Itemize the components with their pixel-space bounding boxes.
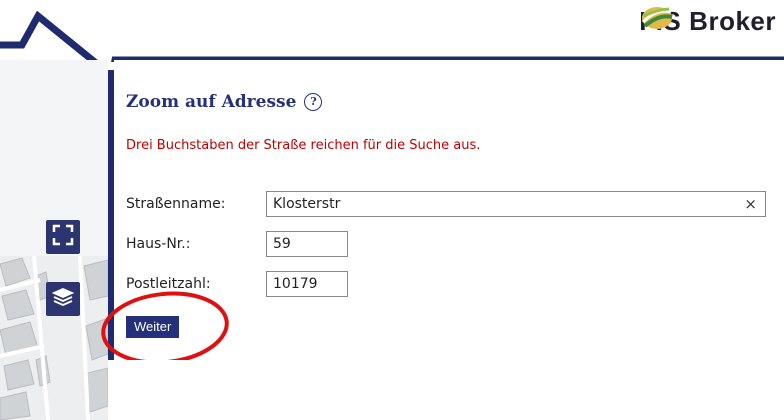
zoom-to-address-panel: Zoom auf Adresse ? Drei Buchstaben der S… — [114, 60, 784, 360]
help-circle-icon[interactable]: ? — [304, 93, 323, 111]
fullscreen-icon — [52, 224, 74, 250]
map-tiles — [0, 256, 108, 420]
street-label: Straßenname: — [126, 196, 226, 212]
layers-icon — [51, 286, 75, 312]
house-number-value: 59 — [273, 236, 291, 252]
header: FIS Broker — [0, 0, 784, 62]
postal-code-input[interactable]: 10179 — [266, 271, 348, 297]
layers-button[interactable] — [46, 282, 80, 316]
house-number-label: Haus-Nr.: — [126, 236, 191, 252]
postal-code-label: Postleitzahl: — [126, 276, 211, 292]
fis-broker-logo[interactable]: FIS Broker — [639, 4, 776, 38]
map-area[interactable] — [0, 60, 108, 420]
clear-icon[interactable]: × — [744, 192, 757, 216]
house-number-input[interactable]: 59 — [266, 231, 348, 257]
street-input-value: Klosterstr — [273, 196, 341, 212]
panel-title: Zoom auf Adresse ? — [126, 92, 323, 112]
panel-title-text: Zoom auf Adresse — [126, 92, 297, 112]
street-input[interactable]: Klosterstr × — [266, 191, 766, 217]
logo-text-broker: Broker — [689, 5, 776, 36]
continue-button[interactable]: Weiter — [126, 316, 180, 338]
postal-code-value: 10179 — [273, 276, 318, 292]
fullscreen-button[interactable] — [46, 220, 80, 254]
search-hint: Drei Buchstaben der Straße reichen für d… — [126, 138, 481, 153]
